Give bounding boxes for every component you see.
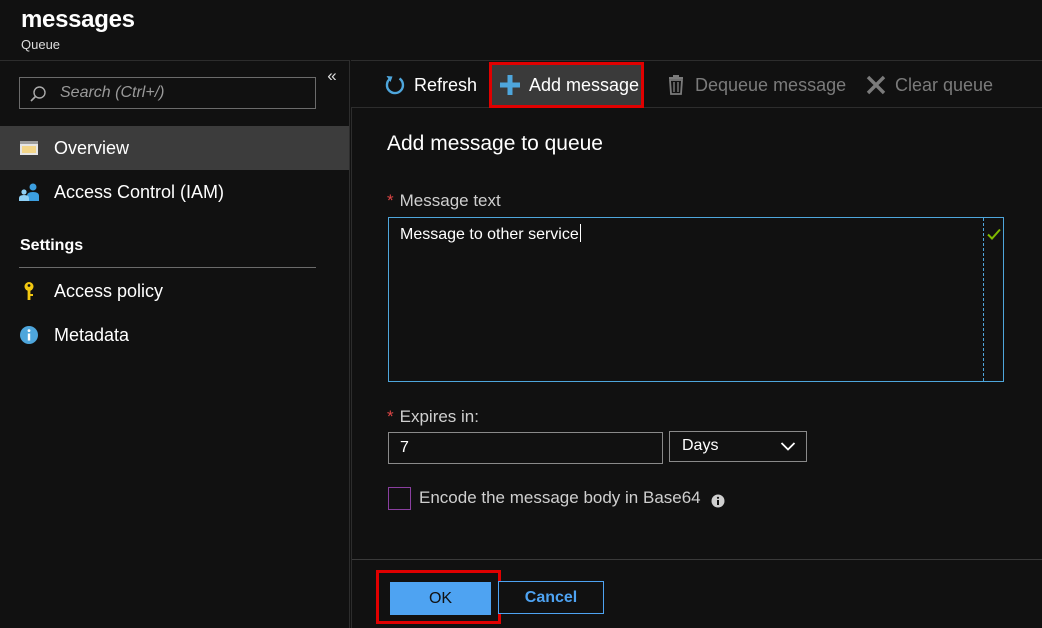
text-cursor — [579, 224, 581, 242]
plus-icon — [500, 75, 520, 95]
page-title: messages — [21, 6, 135, 33]
page-subtitle: Queue — [21, 37, 61, 52]
clear-queue-label: Clear queue — [895, 74, 994, 95]
add-message-button[interactable]: Add message — [489, 62, 644, 108]
close-icon — [866, 75, 886, 95]
expires-label-text: Expires in: — [399, 407, 479, 426]
expires-unit-value: Days — [682, 437, 719, 454]
dequeue-message-label: Dequeue message — [695, 74, 847, 95]
required-marker: * — [387, 407, 394, 426]
sidebar-item-access-policy[interactable]: Access policy — [0, 269, 349, 313]
cancel-button[interactable]: Cancel — [498, 581, 604, 614]
encode-base64-checkbox[interactable] — [388, 486, 411, 510]
page-header: messages Queue — [0, 0, 1042, 60]
message-label-text: Message text — [399, 191, 501, 210]
textarea-divider — [983, 218, 984, 381]
message-text-content: Message to other service — [400, 224, 581, 244]
checkmark-icon — [987, 228, 1001, 240]
chevron-down-icon — [780, 442, 796, 451]
panel-title: Add message to queue — [387, 132, 603, 155]
refresh-button[interactable]: Refresh — [384, 61, 477, 109]
collapse-sidebar-button[interactable]: « — [323, 67, 341, 85]
sidebar-item-label: Access policy — [54, 280, 164, 301]
search-input[interactable] — [60, 78, 310, 108]
ok-button[interactable]: OK — [390, 582, 491, 615]
command-bar: Refresh Add message Dequeue message Clea… — [351, 60, 1042, 108]
encode-base64-row: Encode the message body in Base64 — [388, 486, 725, 510]
message-value: Message to other service — [400, 226, 579, 243]
refresh-icon — [385, 76, 405, 95]
dequeue-message-button[interactable]: Dequeue message — [665, 61, 846, 109]
info-icon — [20, 326, 38, 344]
sidebar-item-access-control[interactable]: Access Control (IAM) — [0, 170, 349, 214]
section-title-settings: Settings — [20, 237, 84, 254]
ok-highlight-frame: OK — [376, 570, 501, 624]
search-icon — [30, 86, 46, 102]
add-message-label: Add message — [529, 74, 640, 95]
section-divider — [19, 267, 316, 268]
expires-unit-dropdown[interactable]: Days — [669, 431, 807, 462]
add-message-panel: Add message to queue * Message text Messa… — [351, 108, 1042, 628]
clear-queue-button[interactable]: Clear queue — [865, 61, 993, 109]
message-text-label: * Message text — [387, 191, 501, 211]
sidebar-item-label: Access Control (IAM) — [54, 181, 225, 202]
refresh-label: Refresh — [414, 74, 478, 95]
sidebar-item-label: Metadata — [54, 324, 130, 345]
key-icon — [24, 282, 34, 300]
sidebar-item-label: Overview — [54, 137, 130, 158]
expires-in-label: * Expires in: — [387, 407, 479, 427]
footer-divider — [352, 559, 1042, 560]
search-box[interactable] — [19, 77, 316, 109]
info-icon[interactable] — [711, 494, 725, 508]
trash-icon — [669, 75, 683, 95]
message-textarea[interactable]: Message to other service — [388, 217, 1004, 382]
sidebar-item-overview[interactable]: Overview — [0, 126, 349, 170]
expires-value: 7 — [400, 439, 409, 456]
sidebar-item-metadata[interactable]: Metadata — [0, 313, 349, 357]
people-icon — [19, 183, 39, 201]
encode-base64-label: Encode the message body in Base64 — [419, 488, 701, 507]
sidebar: « Overview Access Control (IAM) Settings… — [0, 60, 350, 628]
required-marker: * — [387, 191, 394, 210]
expires-in-input[interactable]: 7 — [388, 432, 663, 464]
overview-icon — [20, 141, 38, 155]
